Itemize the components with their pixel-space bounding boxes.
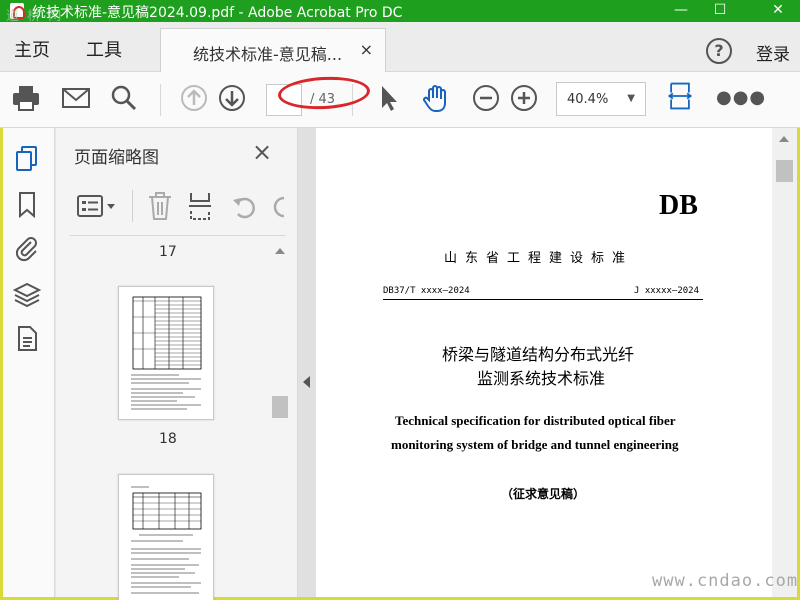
more-options-icon[interactable]: ●●● [716, 87, 766, 108]
thumbnail-panel: 页面缩略图 × 17 18 [56, 128, 298, 600]
toolbar-divider [160, 84, 161, 116]
rotate-counterclockwise-icon[interactable] [230, 192, 258, 220]
insert-page-icon[interactable] [186, 190, 214, 222]
english-title-line-2: monitoring system of bridge and tunnel e… [391, 437, 679, 452]
fit-width-icon[interactable] [664, 80, 696, 112]
close-panel-button[interactable]: × [252, 138, 272, 166]
document-tab-label: 统技术标准-意见稿... [193, 45, 343, 64]
delete-page-icon[interactable] [146, 190, 174, 222]
thumbnail-page-number: 18 [159, 431, 177, 447]
main-toolbar: / 43 40.4% ▼ ●●● [0, 72, 800, 128]
scrollbar-thumb[interactable] [272, 396, 288, 418]
page-thumbnail-preview [131, 296, 202, 410]
document-page: DB 山东省工程建设标准 DB37/T xxxx—2024 J xxxxx—20… [316, 128, 772, 597]
standard-number: DB37/T xxxx—2024 [383, 286, 470, 296]
email-icon[interactable] [60, 82, 92, 114]
bookmarks-icon[interactable] [13, 190, 41, 218]
chinese-title-line-1: 桥梁与隧道结构分布式光纤 [442, 345, 635, 364]
zoom-level-value: 40.4% [567, 92, 609, 107]
page-thumbnail[interactable] [118, 474, 214, 600]
layers-icon[interactable] [13, 280, 41, 308]
zoom-level-select[interactable]: 40.4% ▼ [556, 82, 646, 116]
thumbnail-options-icon[interactable] [76, 192, 120, 220]
page-thumbnail[interactable] [118, 286, 214, 420]
print-icon[interactable] [10, 82, 42, 114]
search-icon[interactable] [108, 82, 140, 114]
sign-in-link[interactable]: 登录 [756, 40, 790, 65]
zoom-out-icon[interactable] [470, 82, 502, 114]
zoom-in-icon[interactable] [508, 82, 540, 114]
window-title: 统技术标准-意见稿2024.09.pdf - Adobe Acrobat Pro… [32, 5, 403, 21]
scrollbar-thumb[interactable] [776, 160, 793, 182]
panel-collapse-strip[interactable] [298, 128, 316, 597]
chevron-down-icon: ▼ [627, 93, 635, 104]
thumbnail-toolbar-divider [132, 190, 133, 222]
thumbnail-scrollbar[interactable] [272, 244, 288, 594]
site-watermark: www.cndao.com [652, 571, 799, 591]
issuing-organization: 山东省工程建设标准 [444, 251, 634, 266]
thumbnail-panel-title: 页面缩略图 [74, 148, 159, 168]
home-tab[interactable]: 主页 [14, 36, 50, 62]
close-window-button[interactable]: ✕ [755, 0, 800, 22]
collapse-panel-arrow-icon[interactable] [303, 376, 310, 388]
tab-bar: 主页 工具 统技术标准-意见稿... × ? 登录 [0, 22, 800, 72]
scroll-up-arrow[interactable] [779, 136, 789, 142]
previous-page-icon[interactable] [178, 82, 210, 114]
english-title-line-1: Technical specification for distributed … [395, 413, 676, 428]
select-cursor-icon[interactable] [372, 82, 404, 114]
thumbnail-page-number: 17 [159, 244, 177, 260]
attachments-icon[interactable] [13, 234, 41, 262]
page-thumbnail-preview [131, 486, 202, 594]
tools-tab[interactable]: 工具 [86, 36, 122, 62]
navigation-rail [3, 128, 55, 597]
standard-code-heading: DB [659, 190, 698, 221]
maximize-button[interactable]: ☐ [697, 0, 743, 22]
record-number: J xxxxx—2024 [634, 286, 700, 296]
help-icon[interactable]: ? [706, 38, 732, 64]
page-content-icon[interactable] [13, 324, 41, 352]
draft-note: （征求意见稿） [501, 487, 586, 501]
hand-tool-icon[interactable] [420, 82, 452, 114]
page-thumbnails-icon[interactable] [13, 144, 41, 172]
scroll-up-arrow[interactable] [275, 248, 285, 254]
title-bar: 道 桥 网 统技术标准-意见稿2024.09.pdf - Adobe Acrob… [0, 0, 800, 24]
header-rule [383, 299, 703, 300]
document-tab-close-button[interactable]: × [360, 40, 373, 59]
chinese-title-line-2: 监测系统技术标准 [477, 369, 606, 388]
rotate-clockwise-icon[interactable] [268, 192, 286, 220]
document-scrollbar[interactable] [772, 128, 797, 597]
document-tab[interactable]: 统技术标准-意见稿... × [160, 28, 386, 72]
thumbnail-toolbar [70, 180, 286, 236]
next-page-icon[interactable] [216, 82, 248, 114]
